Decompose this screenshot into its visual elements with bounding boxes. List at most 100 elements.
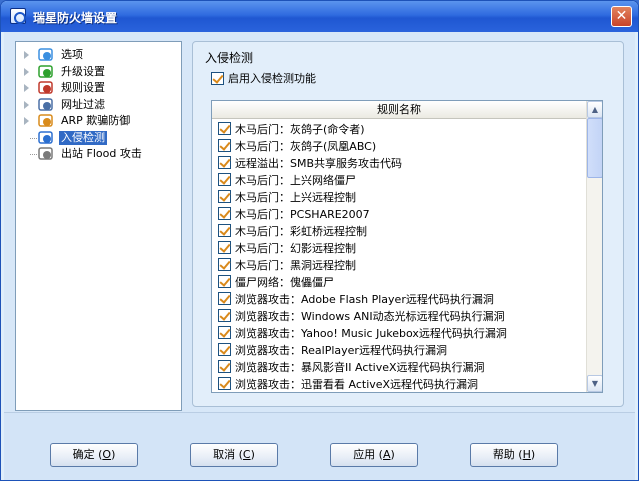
tree-item-label: 选项	[61, 48, 83, 61]
rule-checkbox[interactable]	[218, 207, 231, 220]
tree-item[interactable]: 规则设置	[16, 80, 181, 96]
enable-intrusion-detection-checkbox[interactable]: 启用入侵检测功能	[211, 70, 316, 86]
rule-name: 浏览器攻击：RealPlayer远程代码执行漏洞	[235, 343, 447, 357]
expand-arrow-icon[interactable]	[24, 117, 29, 125]
client-area: 选项 升级设置 规则设置 网址过滤 ARP 欺骗防御 入侵检测 出站 Flood 攻击 入侵…	[4, 32, 635, 480]
rule-checkbox[interactable]	[218, 343, 231, 356]
scroll-up-icon[interactable]: ▲	[587, 101, 602, 118]
rule-row[interactable]: 木马后门：上兴网络僵尸	[212, 171, 586, 188]
rule-row[interactable]: 浏览器攻击：Adobe Flash Player远程代码执行漏洞	[212, 290, 586, 307]
rule-name: 僵尸网络：傀儡僵尸	[235, 275, 334, 289]
arp-icon	[38, 113, 54, 129]
rule-row[interactable]: 浏览器攻击：暴风影音II ActiveX远程代码执行漏洞	[212, 358, 586, 375]
rule-name: 木马后门：彩虹桥远程控制	[235, 224, 367, 238]
rule-row[interactable]: 浏览器攻击：RealPlayer远程代码执行漏洞	[212, 341, 586, 358]
enable-intrusion-detection-label: 启用入侵检测功能	[228, 72, 316, 85]
tree-item[interactable]: 选项	[16, 47, 181, 63]
rule-checkbox[interactable]	[218, 309, 231, 322]
rule-checkbox[interactable]	[218, 377, 231, 390]
rules-list-rows: 木马后门：灰鸽子(命令者) 木马后门：灰鸽子(凤凰ABC) 远程溢出：SMB共享服务…	[212, 120, 586, 392]
rule-row[interactable]: 木马后门：灰鸽子(凤凰ABC)	[212, 137, 586, 154]
button-label: 取消 (	[213, 448, 243, 461]
checkbox-icon[interactable]	[211, 71, 224, 85]
rule-checkbox[interactable]	[218, 258, 231, 271]
rule-name: 浏览器攻击：暴风影音II ActiveX远程代码执行漏洞	[235, 360, 485, 374]
tree-item-label: 出站 Flood 攻击	[61, 147, 142, 160]
tree-item[interactable]: ARP 欺骗防御	[16, 113, 181, 129]
button-label: 应用 (	[353, 448, 383, 461]
gear-icon	[38, 47, 54, 63]
rule-name: 木马后门：幻影远程控制	[235, 241, 356, 255]
rule-checkbox[interactable]	[218, 326, 231, 339]
rule-row[interactable]: 木马后门：黑洞远程控制	[212, 256, 586, 273]
rule-checkbox[interactable]	[218, 173, 231, 186]
rule-row[interactable]: 浏览器攻击：迅雷看看 ActiveX远程代码执行漏洞	[212, 375, 586, 392]
close-button[interactable]: ✕	[611, 6, 632, 27]
button-label-end: )	[250, 448, 255, 461]
rule-row[interactable]: 木马后门：上兴远程控制	[212, 188, 586, 205]
rule-name: 浏览器攻击：Yahoo! Music Jukebox远程代码执行漏洞	[235, 326, 507, 340]
url-filter-icon	[38, 97, 54, 113]
expand-arrow-icon[interactable]	[24, 67, 29, 76]
button-accelerator: A	[382, 448, 391, 461]
rule-row[interactable]: 木马后门：幻影远程控制	[212, 239, 586, 256]
rule-row[interactable]: 浏览器攻击：Yahoo! Music Jukebox远程代码执行漏洞	[212, 324, 586, 341]
settings-tree: 选项升级设置规则设置网址过滤 ARP 欺骗防御 入侵检测出站 Flood 攻击	[15, 41, 182, 411]
rule-checkbox[interactable]	[218, 190, 231, 203]
button-label-end: )	[530, 448, 536, 461]
tree-item-label: ARP 欺骗防御	[61, 114, 131, 127]
app-icon	[10, 8, 26, 24]
expand-arrow-icon[interactable]	[24, 100, 29, 109]
scroll-thumb[interactable]	[587, 118, 602, 178]
tree-item-label: 规则设置	[61, 81, 105, 94]
rule-checkbox[interactable]	[218, 360, 231, 373]
button-label-end: )	[111, 448, 116, 461]
rule-checkbox[interactable]	[218, 156, 231, 169]
rule-checkbox[interactable]	[218, 241, 231, 254]
tree-item[interactable]: 出站 Flood 攻击	[16, 146, 181, 162]
rule-row[interactable]: 木马后门：灰鸽子(命令者)	[212, 120, 586, 137]
tree-item[interactable]: 升级设置	[16, 64, 181, 80]
rule-name: 木马后门：灰鸽子(命令者)	[235, 122, 365, 136]
expand-arrow-icon[interactable]	[24, 84, 29, 92]
rule-row[interactable]: 远程溢出：SMB共享服务攻击代码	[212, 154, 586, 171]
rule-checkbox[interactable]	[218, 292, 231, 305]
help-button[interactable]: 帮助 (H)	[470, 443, 558, 467]
column-header-rule-name[interactable]: 规则名称	[212, 101, 586, 119]
tree-item-label: 入侵检测	[59, 130, 107, 145]
rule-name: 浏览器攻击：Adobe Flash Player远程代码执行漏洞	[235, 292, 494, 306]
rule-row[interactable]: 浏览器攻击：Windows ANI动态光标远程代码执行漏洞	[212, 307, 586, 324]
rule-row[interactable]: 木马后门：PCSHARE2007	[212, 205, 586, 222]
rule-checkbox[interactable]	[218, 122, 231, 135]
rule-row[interactable]: 木马后门：彩虹桥远程控制	[212, 222, 586, 239]
cancel-button[interactable]: 取消 (C)	[190, 443, 278, 467]
rule-checkbox[interactable]	[218, 139, 231, 152]
rule-name: 木马后门：上兴网络僵尸	[235, 173, 356, 187]
vertical-scrollbar[interactable]: ▲ ▼	[586, 101, 602, 392]
ok-button[interactable]: 确定 (O)	[50, 443, 138, 467]
apply-button[interactable]: 应用 (A)	[330, 443, 418, 467]
rule-checkbox[interactable]	[218, 224, 231, 237]
rule-name: 木马后门：黑洞远程控制	[235, 258, 356, 272]
section-title: 入侵检测	[205, 51, 254, 65]
title-bar[interactable]: 瑞星防火墙设置 ✕	[1, 1, 638, 32]
rule-name: 木马后门：灰鸽子(凤凰ABC)	[235, 139, 377, 153]
button-accelerator: H	[522, 448, 531, 461]
button-label: 帮助 (	[492, 448, 523, 461]
tree-item[interactable]: 网址过滤	[16, 97, 181, 113]
update-icon	[38, 64, 54, 80]
expand-arrow-icon[interactable]	[24, 51, 29, 59]
scroll-down-icon[interactable]: ▼	[587, 375, 602, 392]
tree-item-label: 网址过滤	[61, 97, 105, 111]
tree-connector	[30, 137, 37, 139]
button-bar: 确定 (O) 取消 (C) 应用 (A) 帮助 (H)	[4, 412, 635, 480]
button-label-end: )	[390, 448, 395, 461]
tree-item-label: 升级设置	[61, 64, 105, 78]
rule-row[interactable]: 僵尸网络：傀儡僵尸	[212, 273, 586, 290]
rules-icon	[38, 80, 54, 96]
button-label: 确定 (	[72, 448, 103, 461]
rule-name: 远程溢出：SMB共享服务攻击代码	[235, 156, 403, 170]
rule-checkbox[interactable]	[218, 275, 231, 288]
settings-window: 瑞星防火墙设置 ✕ 选项 升级设置 规则设置 网址过滤 ARP 欺骗防御 入侵检测 出站 F…	[0, 0, 639, 481]
tree-item[interactable]: 入侵检测	[16, 130, 181, 146]
